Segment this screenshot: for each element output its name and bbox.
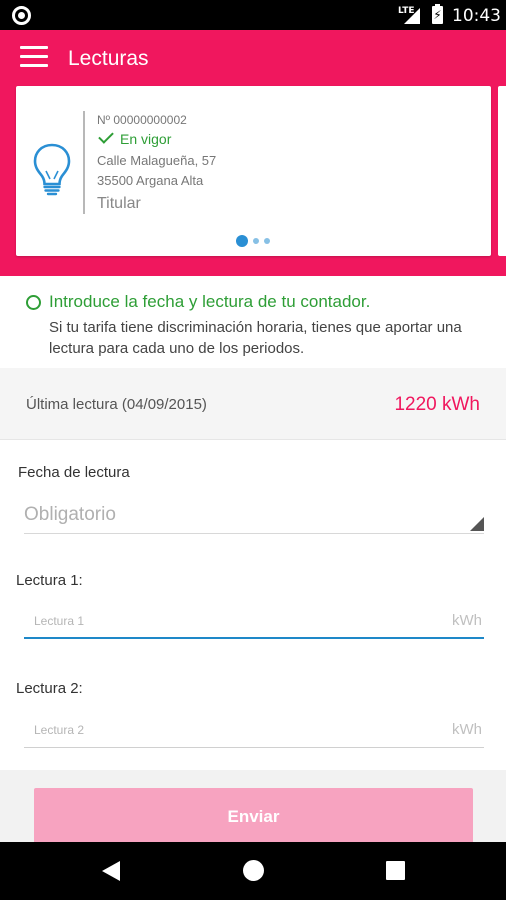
address-line-2: 35500 Argana Alta — [97, 173, 204, 188]
reading2-label: Lectura 2: — [16, 680, 83, 697]
submit-button[interactable]: Enviar — [34, 788, 473, 846]
date-select[interactable]: Obligatorio — [24, 502, 484, 534]
last-reading-row: Última lectura (04/09/2015) 1220 kWh — [0, 368, 506, 440]
pager-dot[interactable] — [264, 238, 270, 244]
reading2-placeholder: Lectura 2 — [34, 723, 85, 737]
last-reading-value: 1220 kWh — [394, 394, 480, 415]
circle-app-icon — [12, 6, 31, 25]
back-icon[interactable] — [102, 861, 120, 881]
reading1-unit: kWh — [452, 612, 482, 629]
intro-body: Si tu tarifa tiene discriminación horari… — [49, 319, 462, 357]
next-contract-card-peek[interactable] — [498, 86, 506, 256]
battery-charging-icon — [432, 4, 443, 24]
contract-role: Titular — [97, 195, 141, 212]
dropdown-arrow-icon — [470, 517, 484, 531]
reading1-input[interactable]: Lectura 1 kWh — [24, 607, 484, 639]
reading1-placeholder: Lectura 1 — [34, 614, 85, 628]
circle-outline-icon — [26, 295, 41, 310]
address-line-1: Calle Malagueña, 57 — [97, 153, 217, 168]
status-bar: LTE 10:43 — [0, 0, 506, 30]
card-divider — [83, 111, 85, 214]
contract-card[interactable] — [16, 86, 491, 256]
pager-dot[interactable] — [253, 238, 259, 244]
reading2-input[interactable]: Lectura 2 kWh — [24, 716, 484, 748]
contract-number: Nº 00000000002 — [97, 113, 187, 127]
reading2-unit: kWh — [452, 721, 482, 738]
pager-dot-active[interactable] — [236, 235, 248, 247]
last-reading-label: Última lectura (04/09/2015) — [26, 396, 207, 413]
clock: 10:43 — [452, 6, 501, 26]
signal-icon — [404, 8, 420, 24]
home-icon[interactable] — [243, 860, 264, 881]
date-placeholder: Obligatorio — [24, 504, 116, 525]
page-title: Lecturas — [68, 47, 149, 70]
hamburger-menu-icon[interactable] — [20, 46, 48, 68]
app-bar: Lecturas — [0, 30, 506, 88]
date-label: Fecha de lectura — [18, 464, 130, 481]
recents-icon[interactable] — [386, 861, 405, 880]
contract-status: En vigor — [97, 128, 172, 147]
intro-title: Introduce la fecha y lectura de tu conta… — [49, 292, 371, 311]
reading1-label: Lectura 1: — [16, 572, 83, 589]
lightbulb-icon — [33, 143, 71, 196]
contract-status-label: En vigor — [120, 131, 172, 147]
check-icon — [98, 128, 114, 144]
